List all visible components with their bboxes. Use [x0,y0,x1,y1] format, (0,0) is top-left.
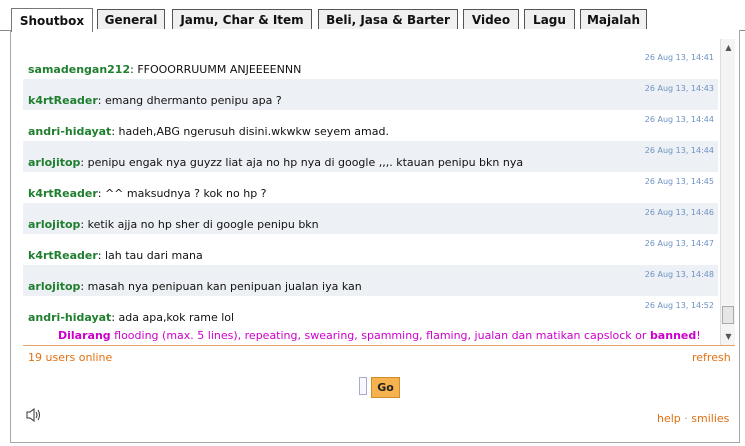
message-timestamp: 26 Aug 13, 14:43 [644,84,714,93]
tab-general[interactable]: General [97,9,165,29]
list-item [23,39,718,42]
message-username[interactable]: arlojitop [28,280,80,293]
message-username[interactable]: samadengan212 [28,63,130,76]
list-item: 26 Aug 13, 14:43 k4rtReader: emang dherm… [23,79,718,110]
message-text: : lah tau dari mana [97,249,203,262]
message-text: : FFOOORRUUMM ANJEEEENNN [130,63,302,76]
message-username[interactable]: k4rtReader [28,187,98,200]
footer-separator: · [680,412,692,425]
scroll-thumb[interactable] [722,306,734,324]
list-item: 26 Aug 13, 14:44 arlojitop: penipu engak… [23,141,718,172]
message-list[interactable]: 26 Aug 13, 14:41 samadengan212: FFOOORRU… [23,39,718,345]
message-timestamp: 26 Aug 13, 14:47 [644,239,714,248]
message-text: : ketik ajja no hp sher di google penipu… [80,218,319,231]
message-username[interactable]: andri-hidayat [28,125,111,138]
tab-video[interactable]: Video [463,9,519,29]
message-text: : masah nya penipuan kan penipuan jualan… [80,280,362,293]
message-username[interactable]: arlojitop [28,218,80,231]
tab-bar: Shoutbox General Jamu, Char & Item Beli,… [0,0,745,32]
list-item: 26 Aug 13, 14:52 andri-hidayat: ada apa,… [23,296,718,327]
status-divider [23,345,735,346]
message-text: : penipu engak nya guyzz liat aja no hp … [80,156,524,169]
tab-beli-jasa-barter[interactable]: Beli, Jasa & Barter [318,9,458,29]
message-username[interactable]: k4rtReader [28,94,98,107]
list-item: 26 Aug 13, 14:48 arlojitop: masah nya pe… [23,265,718,296]
go-button[interactable]: Go [371,377,400,398]
message-text: : emang dhermanto penipu apa ? [97,94,282,107]
refresh-link[interactable]: refresh [692,351,731,364]
rules-notice: Dilarang flooding (max. 5 lines), repeat… [58,329,701,342]
footer-links: help · smilies [657,412,729,425]
rules-prefix: Dilarang [58,329,111,342]
message-text: : hadeh,ABG ngerusuh disini.wkwkw seyem … [111,125,389,138]
tab-lagu[interactable]: Lagu [524,9,575,29]
users-online-count[interactable]: 19 users online [28,351,112,364]
list-item: 26 Aug 13, 14:45 k4rtReader: ^^ maksudny… [23,172,718,203]
tab-majalah[interactable]: Majalah [580,9,647,29]
message-username[interactable]: k4rtReader [28,249,98,262]
message-timestamp: 26 Aug 13, 14:52 [644,301,714,310]
message-timestamp: 26 Aug 13, 14:41 [644,53,714,62]
message-scrollbar[interactable]: ▲ ▼ [720,39,735,345]
scroll-down-icon[interactable]: ▼ [722,329,735,343]
message-username[interactable]: andri-hidayat [28,311,111,324]
scroll-up-icon[interactable]: ▲ [722,40,735,54]
message-timestamp: 26 Aug 13, 14:46 [644,208,714,217]
message-timestamp: 26 Aug 13, 14:48 [644,270,714,279]
list-item: 26 Aug 13, 14:44 andri-hidayat: hadeh,AB… [23,110,718,141]
message-timestamp: 26 Aug 13, 14:44 [644,115,714,124]
message-text: : ada apa,kok rame lol [111,311,235,324]
message-timestamp: 26 Aug 13, 14:45 [644,177,714,186]
message-text: : ^^ maksudnya ? kok no hp ? [97,187,267,200]
tab-jamu-char-item[interactable]: Jamu, Char & Item [172,9,312,29]
tab-shoutbox[interactable]: Shoutbox [11,8,93,32]
rules-banned: banned [649,329,697,342]
list-item: 26 Aug 13, 14:41 samadengan212: FFOOORRU… [23,48,718,79]
rules-suffix: ! [696,329,701,342]
rules-body: flooding (max. 5 lines), repeating, swea… [110,329,650,342]
speaker-icon[interactable] [25,407,43,423]
message-username[interactable]: arlojitop [28,156,80,169]
smilies-link[interactable]: smilies [691,412,729,425]
help-link[interactable]: help [657,412,681,425]
list-item: 26 Aug 13, 14:47 k4rtReader: lah tau dar… [23,234,718,265]
message-input[interactable] [359,377,367,395]
list-item: 26 Aug 13, 14:46 arlojitop: ketik ajja n… [23,203,718,234]
message-timestamp: 26 Aug 13, 14:44 [644,146,714,155]
